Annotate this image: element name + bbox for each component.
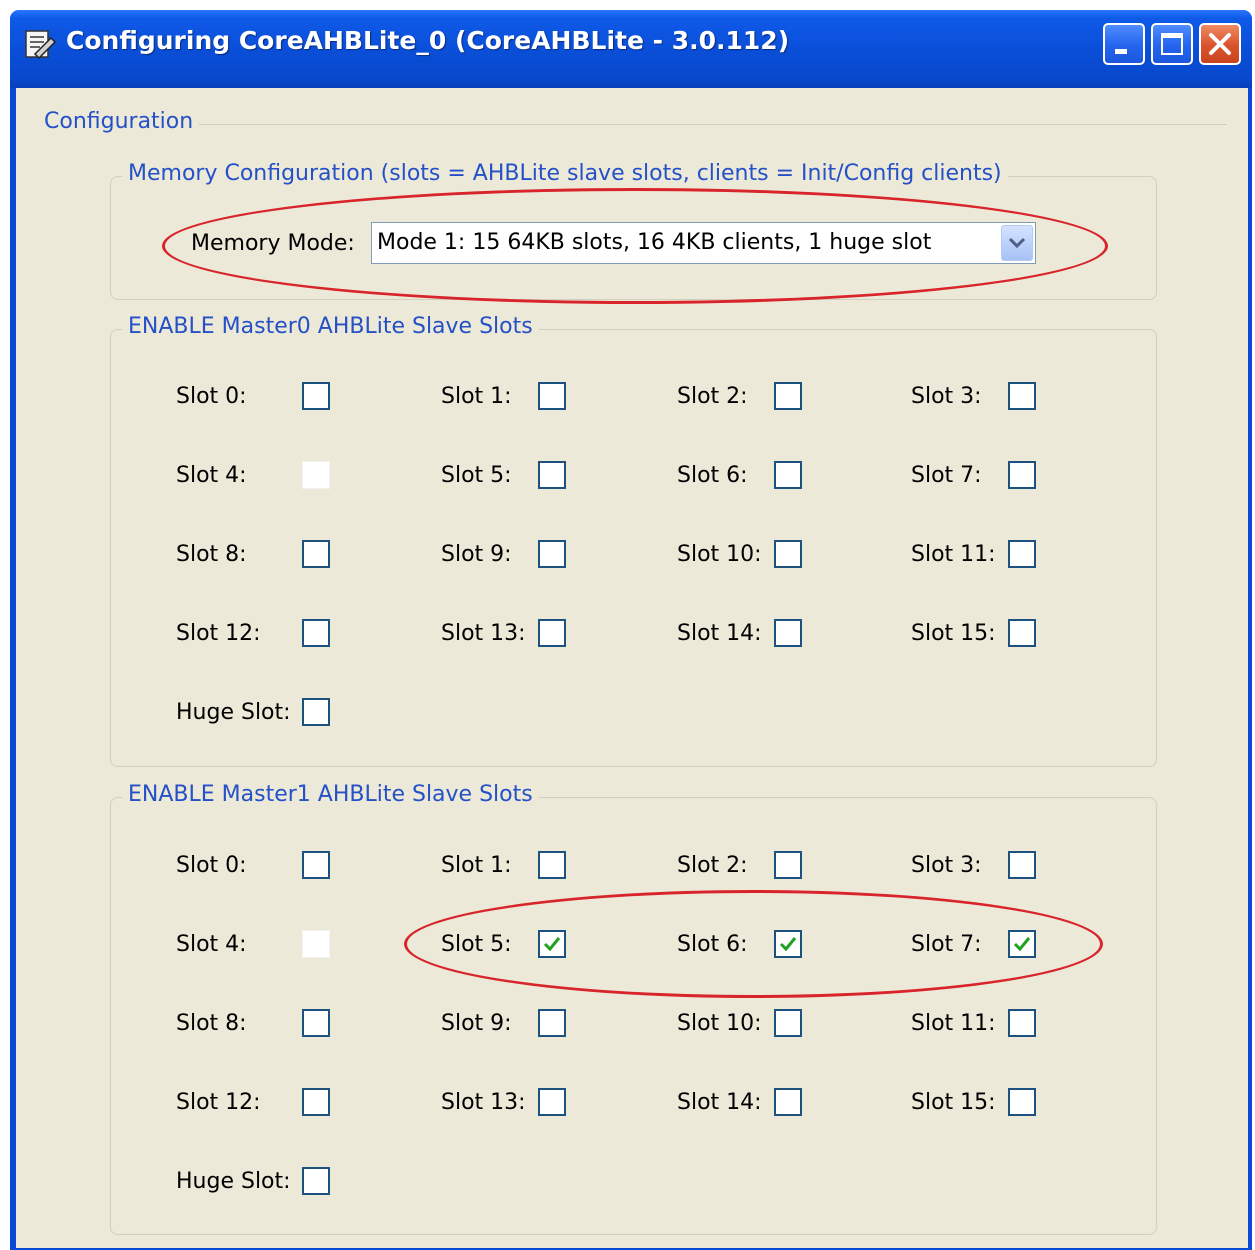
master1-slot-checkbox[interactable]: [302, 1088, 330, 1116]
master1-slot-checkbox[interactable]: [538, 930, 566, 958]
master1-slot-label: Slot 3:: [911, 853, 982, 878]
master1-slot-label: Slot 0:: [176, 853, 247, 878]
master1-slot-checkbox[interactable]: [538, 1009, 566, 1037]
checkmark-icon: [1013, 937, 1031, 952]
master0-slot-label: Slot 15:: [911, 621, 996, 646]
master0-slot-checkbox[interactable]: [538, 382, 566, 410]
master1-slot-label: Slot 9:: [441, 1011, 512, 1036]
master0-slot-checkbox[interactable]: [302, 619, 330, 647]
checkmark-icon: [779, 937, 797, 952]
minimize-icon: [1115, 49, 1127, 54]
master0-slot-label: Slot 1:: [441, 384, 512, 409]
master1-slot-label: Slot 7:: [911, 932, 982, 957]
title-bar[interactable]: Configuring CoreAHBLite_0 (CoreAHBLite -…: [10, 10, 1252, 88]
memory-configuration-title: Memory Configuration (slots = AHBLite sl…: [122, 161, 1008, 186]
master0-slot-label: Slot 3:: [911, 384, 982, 409]
memory-mode-value: Mode 1: 15 64KB slots, 16 4KB clients, 1…: [377, 230, 932, 255]
maximize-button[interactable]: [1151, 23, 1193, 65]
master0-slot-checkbox: [302, 461, 330, 489]
master0-slot-checkbox[interactable]: [538, 540, 566, 568]
master1-slot-label: Slot 10:: [677, 1011, 762, 1036]
master1-slot-label: Slot 2:: [677, 853, 748, 878]
master1-slot-label: Slot 8:: [176, 1011, 247, 1036]
master0-slot-checkbox[interactable]: [774, 461, 802, 489]
master0-slot-label: Slot 7:: [911, 463, 982, 488]
master0-slot-label: Slot 0:: [176, 384, 247, 409]
master1-slot-label: Slot 14:: [677, 1090, 762, 1115]
memory-mode-label: Memory Mode:: [191, 231, 355, 256]
master0-slot-label: Slot 13:: [441, 621, 526, 646]
master1-slot-label: Slot 4:: [176, 932, 247, 957]
checkmark-icon: [543, 937, 561, 952]
master1-slot-checkbox[interactable]: [1008, 1088, 1036, 1116]
master0-slot-checkbox[interactable]: [1008, 540, 1036, 568]
master1-slots-title: ENABLE Master1 AHBLite Slave Slots: [122, 782, 539, 807]
master0-slot-checkbox[interactable]: [302, 382, 330, 410]
master0-slot-label: Slot 6:: [677, 463, 748, 488]
master1-slot-label: Huge Slot:: [176, 1169, 291, 1194]
master1-slot-label: Slot 12:: [176, 1090, 261, 1115]
app-icon: [25, 30, 57, 60]
master1-slot-label: Slot 13:: [441, 1090, 526, 1115]
master0-slot-checkbox[interactable]: [774, 382, 802, 410]
master1-slot-checkbox[interactable]: [538, 1088, 566, 1116]
master0-slot-label: Slot 2:: [677, 384, 748, 409]
master1-slot-checkbox[interactable]: [302, 1009, 330, 1037]
master1-slot-checkbox[interactable]: [774, 930, 802, 958]
master1-slot-label: Slot 15:: [911, 1090, 996, 1115]
dialog-window: Configuring CoreAHBLite_0 (CoreAHBLite -…: [10, 10, 1252, 1250]
master0-slot-checkbox[interactable]: [538, 461, 566, 489]
close-button[interactable]: [1199, 23, 1241, 65]
master1-slot-label: Slot 11:: [911, 1011, 996, 1036]
window-title: Configuring CoreAHBLite_0 (CoreAHBLite -…: [66, 26, 790, 55]
master1-slot-label: Slot 5:: [441, 932, 512, 957]
master1-slot-label: Slot 6:: [677, 932, 748, 957]
chevron-down-icon: [1008, 237, 1026, 249]
close-icon: [1209, 33, 1231, 55]
master0-slot-checkbox[interactable]: [1008, 619, 1036, 647]
master0-slot-label: Slot 8:: [176, 542, 247, 567]
master0-slot-checkbox[interactable]: [774, 619, 802, 647]
master1-slot-checkbox: [302, 930, 330, 958]
configuration-title: Configuration: [38, 109, 200, 134]
master1-slot-checkbox[interactable]: [302, 1167, 330, 1195]
master1-slot-checkbox[interactable]: [774, 1009, 802, 1037]
maximize-icon: [1161, 33, 1183, 55]
master1-slot-checkbox[interactable]: [302, 851, 330, 879]
master0-slot-label: Slot 5:: [441, 463, 512, 488]
master0-slot-label: Slot 14:: [677, 621, 762, 646]
master0-slot-checkbox[interactable]: [302, 540, 330, 568]
master0-slot-label: Slot 4:: [176, 463, 247, 488]
configuration-divider: [42, 124, 1227, 125]
master1-slot-checkbox[interactable]: [774, 1088, 802, 1116]
master0-slot-label: Slot 10:: [677, 542, 762, 567]
dropdown-button[interactable]: [1001, 225, 1033, 261]
master1-slot-checkbox[interactable]: [538, 851, 566, 879]
master0-slot-checkbox[interactable]: [1008, 382, 1036, 410]
master0-slot-label: Slot 11:: [911, 542, 996, 567]
master1-slot-checkbox[interactable]: [1008, 1009, 1036, 1037]
master0-slot-checkbox[interactable]: [538, 619, 566, 647]
master0-slot-label: Slot 9:: [441, 542, 512, 567]
master0-slots-title: ENABLE Master0 AHBLite Slave Slots: [122, 314, 539, 339]
master0-slot-label: Huge Slot:: [176, 700, 291, 725]
master1-slot-checkbox[interactable]: [774, 851, 802, 879]
master1-slot-label: Slot 1:: [441, 853, 512, 878]
dialog-client-area: Configuration Memory Configuration (slot…: [16, 88, 1248, 1248]
master1-slot-checkbox[interactable]: [1008, 851, 1036, 879]
master0-slot-checkbox[interactable]: [302, 698, 330, 726]
master0-slot-label: Slot 12:: [176, 621, 261, 646]
master0-slot-checkbox[interactable]: [1008, 461, 1036, 489]
memory-mode-select[interactable]: Mode 1: 15 64KB slots, 16 4KB clients, 1…: [371, 222, 1036, 264]
master0-slot-checkbox[interactable]: [774, 540, 802, 568]
minimize-button[interactable]: [1103, 23, 1145, 65]
master1-slot-checkbox[interactable]: [1008, 930, 1036, 958]
